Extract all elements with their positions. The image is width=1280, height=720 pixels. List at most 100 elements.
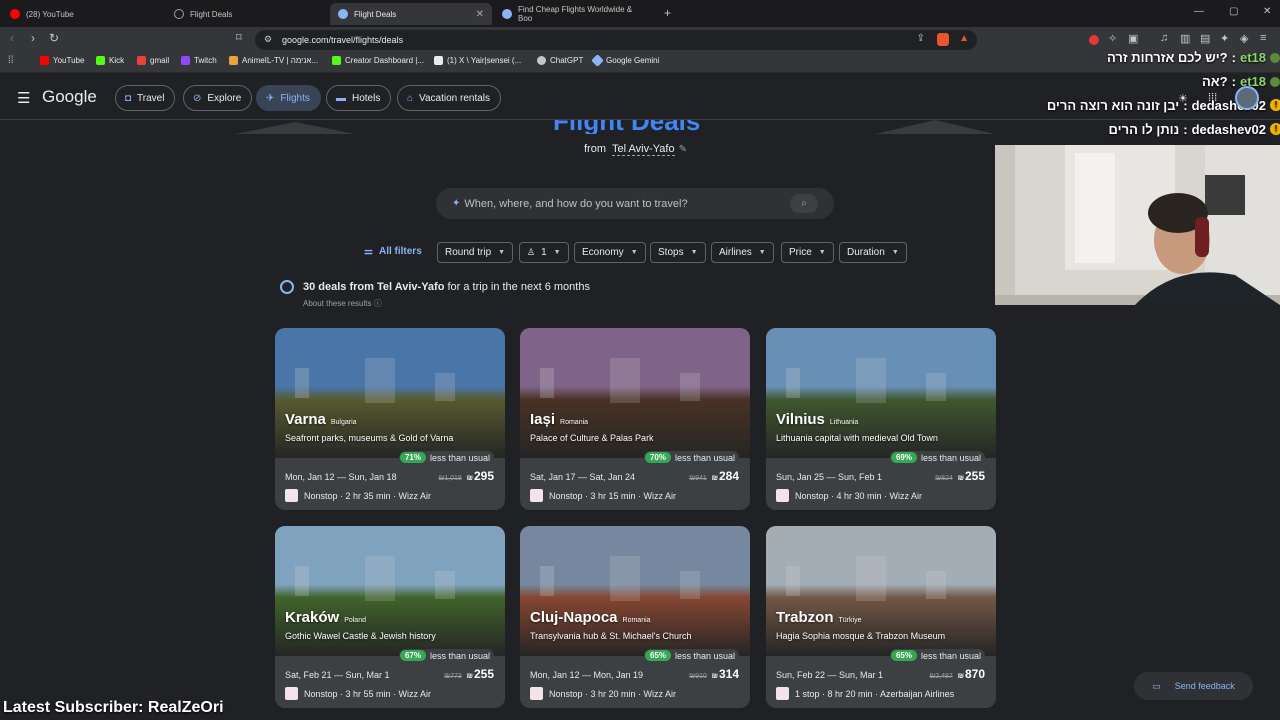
back-icon[interactable]: ‹: [10, 31, 14, 45]
deals-summary: 30 deals from Tel Aviv-Yafo for a trip i…: [303, 281, 590, 293]
tab-label: Flight Deals: [354, 9, 397, 19]
usual-price: ₪1,018: [438, 475, 462, 482]
record-icon[interactable]: [1089, 35, 1099, 45]
twitch-icon: [181, 56, 190, 65]
bookmark-animeil[interactable]: AnimeIL-TV | אנימה...: [229, 56, 318, 65]
brightness-icon[interactable]: ☀: [1178, 92, 1188, 105]
country-name: Romania: [622, 617, 651, 624]
forward-icon[interactable]: ›: [31, 31, 35, 45]
bookmark-label: (1) X \ Yair|sensei (...: [447, 56, 522, 65]
nav-vacation-rentals[interactable]: ⌂ Vacation rentals: [397, 85, 502, 111]
close-window-icon[interactable]: ✕: [1263, 6, 1271, 17]
flight-info-text: Nonstop · 3 hr 55 min · Wizz Air: [304, 688, 432, 699]
savings-badge: 71% less than usual: [398, 451, 494, 464]
all-filters-label: All filters: [378, 246, 422, 257]
trip-type-dropdown[interactable]: Round trip ▼: [437, 242, 514, 263]
google-apps-icon[interactable]: ⁞⁞⁞: [1208, 92, 1217, 104]
currency-symbol: ₪: [711, 673, 718, 680]
nav-flights[interactable]: ✈ Flights: [256, 85, 321, 111]
bookmark-kick[interactable]: Kick: [96, 56, 124, 65]
about-results-link[interactable]: About these results ⓘ: [303, 298, 382, 309]
price-block: ₪1,018 ₪295: [438, 469, 494, 483]
close-tab-icon[interactable]: ✕: [476, 9, 484, 20]
bookmark-creator-dashboard[interactable]: Creator Dashboard |...: [332, 56, 424, 65]
google-logo[interactable]: Google: [42, 87, 97, 107]
destination-description: Transylvania hub & St. Michael's Church: [530, 631, 692, 641]
deal-card[interactable]: Iași Romania Palace of Culture & Palas Par…: [520, 328, 750, 510]
ai-search-box[interactable]: ✦ ⌕: [436, 188, 834, 219]
city-name: Trabzon: [776, 609, 834, 626]
site-info-icon[interactable]: ⚙: [264, 34, 272, 45]
nav-label: Travel: [137, 92, 165, 104]
search-input[interactable]: [464, 197, 785, 210]
brave-rewards-icon[interactable]: ▲: [959, 33, 969, 44]
tab-youtube[interactable]: (28) YouTube: [2, 3, 164, 25]
tab-flight-deals-active[interactable]: Flight Deals ✕: [330, 3, 492, 25]
deal-card[interactable]: Trabzon Türkiye Hagia Sophia mosque & Trab…: [766, 526, 996, 708]
media-icon[interactable]: ♫: [1160, 32, 1168, 44]
passengers-dropdown[interactable]: ♙ 1 ▼: [519, 242, 569, 263]
share-icon[interactable]: ⇪: [917, 33, 925, 44]
edit-icon[interactable]: ✎: [679, 144, 687, 155]
price-block: ₪2,487 ₪870: [929, 667, 985, 681]
destination-city: Kraków Poland: [285, 609, 366, 626]
nav-explore[interactable]: ⊘ Explore: [183, 85, 253, 111]
deal-card[interactable]: Cluj-Napoca Romania Transylvania hub & St.…: [520, 526, 750, 708]
deals-badge-icon: [280, 280, 294, 294]
explore-icon: ⊘: [193, 92, 202, 104]
destination-city: Cluj-Napoca Romania: [530, 609, 651, 626]
account-avatar[interactable]: [1235, 86, 1259, 110]
tab-flight-deals-1[interactable]: Flight Deals: [166, 3, 328, 25]
origin-city[interactable]: Tel Aviv-Yafo: [612, 143, 675, 156]
destination-description: Gothic Wawel Castle & Jewish history: [285, 631, 436, 641]
bookmark-icon[interactable]: ⌑: [236, 31, 242, 44]
extension-icon[interactable]: ✧: [1108, 32, 1117, 45]
apps-grid-icon[interactable]: ⁞⁞: [8, 55, 14, 66]
stops-dropdown[interactable]: Stops ▼: [650, 242, 706, 263]
gmail-icon: [137, 56, 146, 65]
all-filters-button[interactable]: ⚌ All filters: [364, 246, 422, 257]
minimize-icon[interactable]: —: [1194, 6, 1204, 17]
bookmark-gmail[interactable]: gmail: [137, 56, 169, 65]
screenshot-icon[interactable]: ▣: [1128, 32, 1138, 45]
brave-shields-icon[interactable]: [937, 33, 949, 46]
wallet-icon[interactable]: ▤: [1200, 32, 1210, 45]
bookmark-chatgpt[interactable]: ChatGPT: [537, 56, 583, 65]
deal-card[interactable]: Vilnius Lithuania Lithuania capital with m…: [766, 328, 996, 510]
bookmark-x[interactable]: (1) X \ Yair|sensei (...: [434, 56, 521, 65]
savings-percent: 70%: [644, 452, 671, 463]
trip-dates: Sun, Feb 22 — Sun, Mar 1: [776, 670, 884, 680]
tab-find-cheap-flights[interactable]: Find Cheap Flights Worldwide & Boo: [494, 3, 656, 25]
maximize-icon[interactable]: ▢: [1229, 6, 1238, 17]
city-name: Vilnius: [776, 411, 825, 428]
bookmark-gemini[interactable]: Google Gemini: [591, 54, 659, 67]
menu-icon[interactable]: ≡: [1260, 32, 1266, 44]
search-button[interactable]: ⌕: [790, 194, 818, 213]
new-tab-icon[interactable]: +: [664, 6, 671, 20]
nav-hotels[interactable]: ▬ Hotels: [326, 85, 392, 111]
address-bar[interactable]: ⚙ google.com/travel/flights/deals ⇪ ▲: [255, 30, 977, 50]
duration-dropdown[interactable]: Duration ▼: [839, 242, 907, 263]
price-dropdown[interactable]: Price ▼: [781, 242, 834, 263]
currency-symbol: ₪: [957, 475, 964, 482]
globe-icon: [174, 9, 184, 19]
bookmark-twitch[interactable]: Twitch: [181, 56, 217, 65]
feedback-label: Send feedback: [1174, 681, 1235, 691]
airline-logo-icon: [285, 687, 298, 700]
reload-icon[interactable]: ↻: [49, 31, 59, 45]
deal-card[interactable]: Kraków Poland Gothic Wawel Castle & Jewish…: [275, 526, 505, 708]
send-feedback-button[interactable]: ▭ Send feedback: [1134, 672, 1253, 700]
cabin-class-dropdown[interactable]: Economy ▼: [574, 242, 646, 263]
deal-card[interactable]: Varna Bulgaria Seafront parks, museums & G…: [275, 328, 505, 510]
sidebar-icon[interactable]: ▥: [1180, 32, 1190, 45]
leo-ai-icon[interactable]: ✦: [1220, 32, 1229, 45]
nav-travel[interactable]: ◘ Travel: [115, 85, 176, 111]
vpn-icon[interactable]: ◈: [1240, 32, 1248, 45]
deal-price: ₪314: [712, 667, 739, 681]
airlines-dropdown[interactable]: Airlines ▼: [711, 242, 774, 263]
chat-text: אה?: [1202, 74, 1228, 89]
bookmark-youtube[interactable]: YouTube: [40, 56, 84, 65]
main-menu-icon[interactable]: ☰: [17, 89, 30, 107]
savings-badge: 65% less than usual: [643, 649, 739, 662]
flight-info: Nonstop · 3 hr 20 min · Wizz Air: [530, 687, 676, 700]
